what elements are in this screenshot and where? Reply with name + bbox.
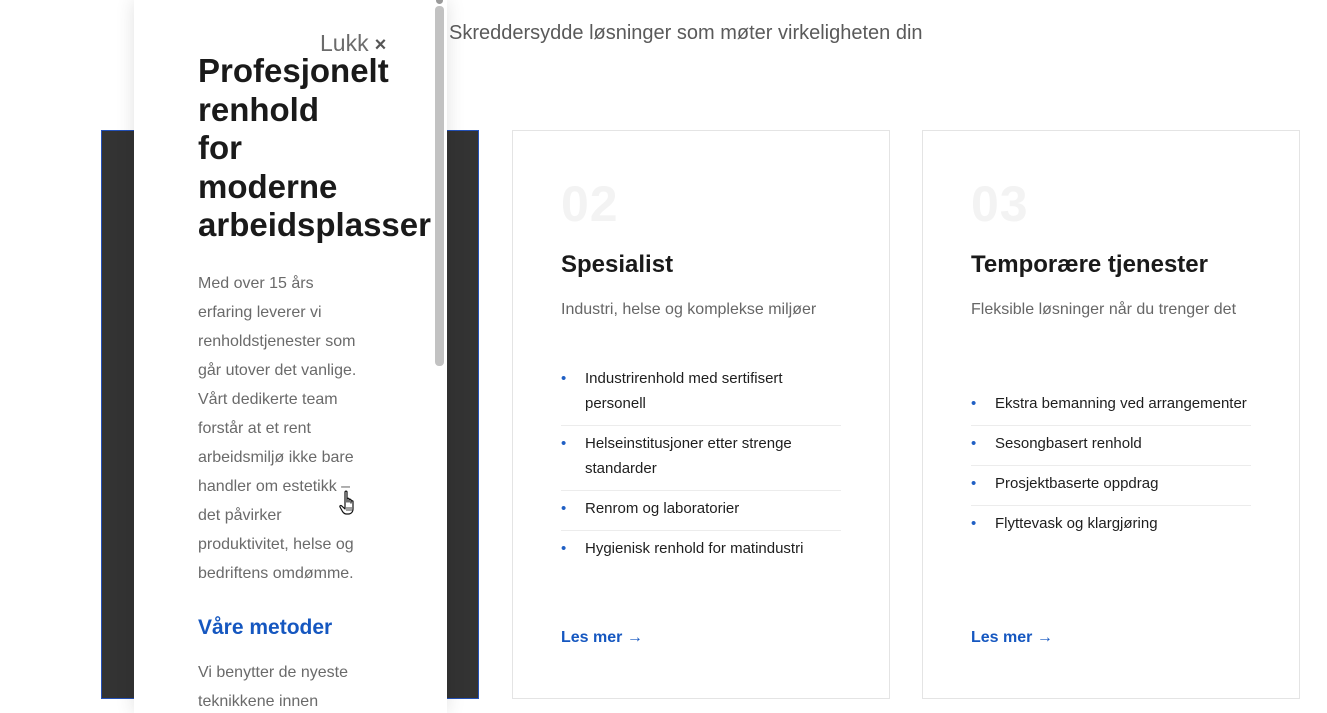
card-feature-list: Industrirenhold med sertifisert personel… — [561, 361, 841, 570]
text-line: Med over 15 års — [198, 275, 314, 292]
methods-heading[interactable]: Våre metoder — [198, 616, 332, 640]
methods-text: Vi benytter de nyeste teknikkene innen — [198, 658, 378, 713]
service-card-2: 02 Spesialist Industri, helse og komplek… — [512, 130, 890, 699]
list-item: Hygienisk renhold for matindustri — [561, 531, 841, 570]
list-item: Renrom og laboratorier — [561, 491, 841, 531]
card-title: Temporære tjenester — [971, 251, 1208, 278]
text-line: Vi benytter de nyeste — [198, 664, 349, 681]
hand-pointer-icon — [339, 490, 354, 515]
card-feature-list: Ekstra bemanning ved arrangementer Seson… — [971, 386, 1251, 545]
list-item: Helseinstitusjoner etter strenge standar… — [561, 426, 841, 491]
panel-title-line: moderne — [198, 167, 338, 205]
section-subtitle: Skreddersydde løsninger som møter virkel… — [449, 22, 923, 44]
card-title: Spesialist — [561, 251, 674, 278]
text-line: renholdstjenester som — [198, 333, 356, 350]
text-line: forstår at et rent — [198, 420, 311, 437]
read-more-link[interactable]: Les mer → — [971, 629, 1053, 647]
card-description: Fleksible løsninger når du trenger det — [971, 301, 1237, 318]
panel-title-line: for — [198, 129, 242, 166]
panel-title: Profesjonelt renhold for moderne arbeids… — [198, 52, 431, 245]
card-number: 02 — [561, 176, 619, 232]
text-line: teknikkene innen — [198, 693, 319, 710]
service-card-3: 03 Temporære tjenester Fleksible løsning… — [922, 130, 1300, 699]
list-item: Prosjektbaserte oppdrag — [971, 466, 1251, 506]
text-line: produktivitet, helse og — [198, 536, 354, 553]
text-line: går utover det vanlige. — [198, 362, 357, 379]
list-item: Flyttevask og klargjøring — [971, 506, 1251, 545]
panel-intro-text: Med over 15 års erfaring leverer vi renh… — [198, 269, 378, 588]
panel-title-line: Profesjonelt — [198, 52, 389, 89]
text-line: arbeidsmiljø ikke bare — [198, 449, 354, 466]
read-more-link[interactable]: Les mer → — [561, 629, 643, 647]
list-item: Industrirenhold med sertifisert personel… — [561, 361, 841, 426]
text-line: Vårt dedikerte team — [198, 391, 338, 408]
text-line: bedriftens omdømme. — [198, 565, 354, 582]
text-line: erfaring leverer vi — [198, 304, 322, 321]
card-description: Industri, helse og komplekse miljøer — [561, 301, 817, 318]
panel-title-line: arbeidsplasser — [198, 206, 431, 243]
scrollbar-top-arrow[interactable] — [436, 0, 443, 4]
list-item: Sesongbasert renhold — [971, 426, 1251, 466]
card-number: 03 — [971, 176, 1029, 232]
list-item: Ekstra bemanning ved arrangementer — [971, 386, 1251, 426]
panel-scrollbar-thumb[interactable] — [435, 6, 444, 366]
panel-title-line: renhold — [198, 90, 319, 128]
info-side-panel: Lukk × Profesjonelt renhold for moderne a… — [134, 0, 447, 713]
